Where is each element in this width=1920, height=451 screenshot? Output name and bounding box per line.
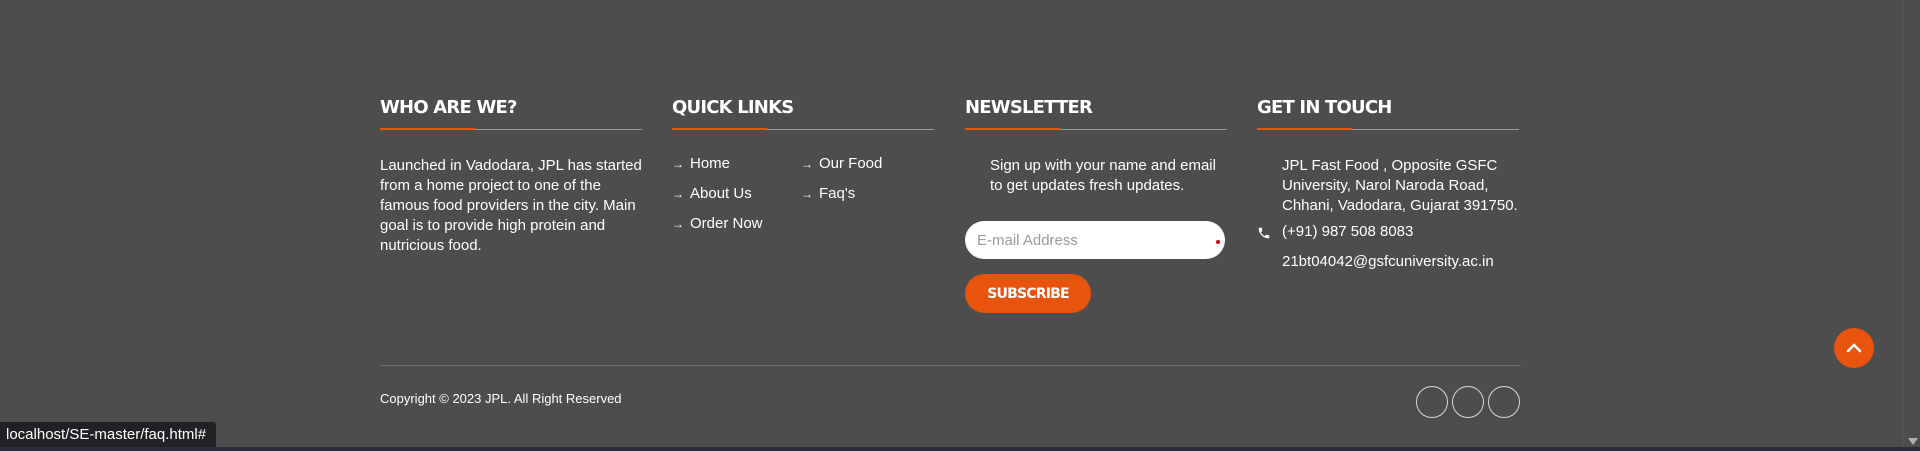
chevron-up-icon xyxy=(1846,343,1862,353)
subscribe-button[interactable]: SUBSCRIBE xyxy=(965,274,1091,313)
required-indicator xyxy=(1216,240,1220,244)
arrow-right-icon: → xyxy=(672,187,684,201)
arrow-right-icon: → xyxy=(801,187,813,201)
link-our-food[interactable]: → Our Food xyxy=(801,154,882,174)
quick-links-column: QUICK LINKS → Home → Our Food → About Us → F… xyxy=(672,95,934,254)
phone-icon xyxy=(1257,226,1271,245)
email-input-wrapper xyxy=(965,221,1225,259)
link-about-us[interactable]: → About Us xyxy=(672,184,752,204)
link-faqs[interactable]: → Faq's xyxy=(801,184,855,204)
contact-address: JPL Fast Food , Opposite GSFC University… xyxy=(1282,157,1518,214)
about-text: Launched in Vadodara, JPL has started fr… xyxy=(380,157,642,254)
contact-column: GET IN TOUCH JPL Fast Food , Opposite GS… xyxy=(1257,95,1519,270)
arrow-right-icon: → xyxy=(672,157,684,171)
arrow-right-icon: → xyxy=(672,217,684,231)
link-our-food-label: Our Food xyxy=(819,155,883,172)
social-icon-3[interactable] xyxy=(1488,386,1520,418)
newsletter-column: NEWSLETTER Sign up with your name and em… xyxy=(965,95,1227,313)
social-icon-2[interactable] xyxy=(1452,386,1484,418)
vertical-scrollbar[interactable] xyxy=(1902,0,1920,451)
contact-phone: (+91) 987 508 8083 xyxy=(1282,223,1414,240)
about-column: WHO ARE WE? Launched in Vadodara, JPL ha… xyxy=(380,95,642,256)
link-home[interactable]: → Home xyxy=(672,154,730,174)
contact-email: 21bt04042@gsfcuniversity.ac.in xyxy=(1282,253,1494,270)
link-order-now-label: Order Now xyxy=(690,215,763,232)
link-faqs-label: Faq's xyxy=(819,185,856,202)
window-bottom-edge xyxy=(0,447,1920,451)
link-home-label: Home xyxy=(690,155,731,172)
newsletter-text: Sign up with your name and email to get … xyxy=(990,157,1216,194)
newsletter-email-input[interactable] xyxy=(965,221,1197,259)
arrow-right-icon: → xyxy=(801,157,813,171)
back-to-top-button[interactable] xyxy=(1834,328,1874,368)
link-order-now[interactable]: → Order Now xyxy=(672,214,763,234)
quick-links-heading: QUICK LINKS xyxy=(672,95,934,130)
about-heading: WHO ARE WE? xyxy=(380,95,642,130)
quick-links-list: → Home → Our Food → About Us → Faq's → Order … xyxy=(672,154,934,254)
link-about-us-label: About Us xyxy=(690,185,752,202)
contact-heading: GET IN TOUCH xyxy=(1257,95,1519,130)
footer-divider xyxy=(380,365,1521,366)
newsletter-heading: NEWSLETTER xyxy=(965,95,1227,130)
browser-status-url: localhost/SE-master/faq.html# xyxy=(0,422,217,447)
scroll-down-icon[interactable] xyxy=(1908,438,1918,445)
copyright-text: Copyright © 2023 JPL. All Right Reserved xyxy=(380,391,622,406)
site-footer: WHO ARE WE? Launched in Vadodara, JPL ha… xyxy=(0,0,1902,451)
social-icon-1[interactable] xyxy=(1416,386,1448,418)
